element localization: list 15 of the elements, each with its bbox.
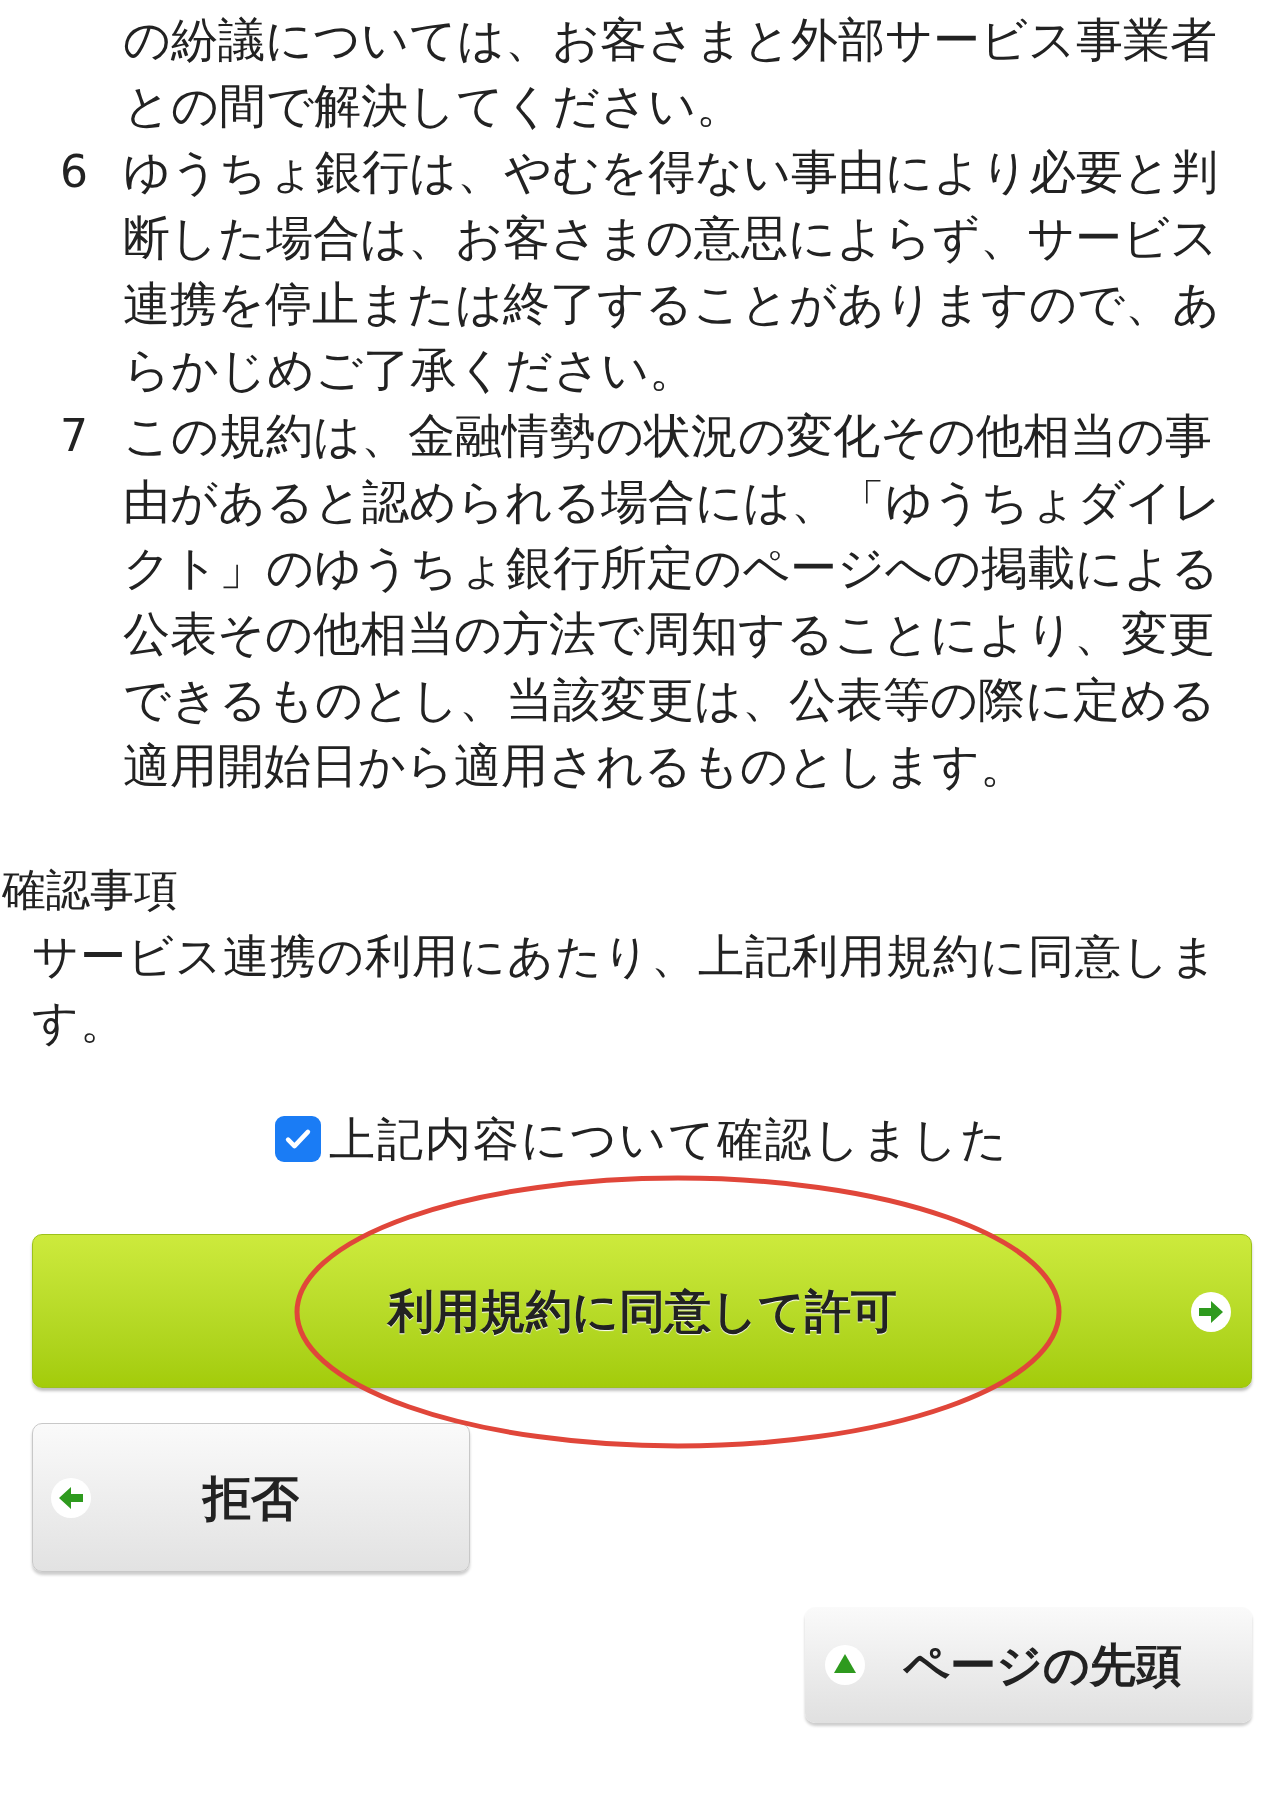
item-number: 6 — [60, 146, 88, 197]
agree-button[interactable]: 利用規約に同意して許可 — [32, 1234, 1252, 1388]
arrow-left-icon — [49, 1476, 93, 1520]
section-heading: 確認事項 — [1, 863, 178, 917]
term-paragraph: この規約は、金融情勢の状況の変化その他相当の事 由があると認められる場合には、「ゆうちょダイレ クト」のゆうちょ銀行所定のページへの掲載による 公表その他相当の方法で周知することにより、変更 できるものとし、当該変更は、公表等の際に定める 適用開始日から適用されるものとします。 — [123, 407, 1221, 795]
term-paragraph: ゆうちょ銀行は、やむを得ない事由により必要と判 断した場合は、お客さまの意思によらず、サービス 連携を停止または終了することがありますので、あ らかじめご了承ください。 — [123, 143, 1220, 399]
arrow-right-icon — [1189, 1290, 1233, 1334]
page-top-button[interactable]: ページの先頭 — [805, 1607, 1252, 1723]
term-paragraph: の紛議については、お客さまと外部サービス事業者 との間で解決してください。 — [123, 11, 1217, 135]
consent-statement: サービス連携の利用にあたり、上記利用規約に同意しま す。 — [31, 928, 1218, 1051]
checkbox[interactable] — [274, 1116, 321, 1162]
checkbox-label[interactable]: 上記内容について確認しました — [328, 1104, 1009, 1174]
triangle-up-icon — [823, 1643, 867, 1687]
item-number: 7 — [60, 410, 88, 461]
reject-button[interactable]: 拒否 — [32, 1423, 470, 1572]
